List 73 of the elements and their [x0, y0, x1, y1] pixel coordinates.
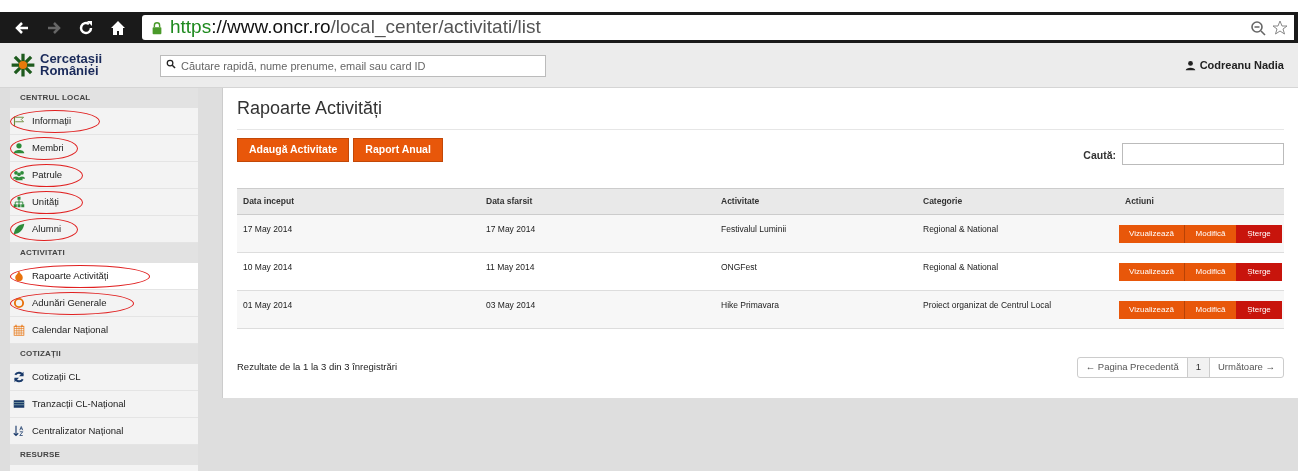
table-cell-text: Regional & National: [922, 261, 1000, 274]
logo-text: României: [40, 65, 99, 77]
hierarchy-icon: [13, 196, 25, 208]
row-action-button[interactable]: Modifică: [1184, 263, 1236, 281]
lock-icon: [150, 19, 164, 36]
column-header: Actiuni: [1124, 195, 1155, 208]
results-summary: Rezultate de la 1 la 3 din 3 înregistrări: [237, 360, 397, 375]
row-action-button[interactable]: Șterge: [1236, 225, 1282, 243]
table-search-field[interactable]: [1122, 143, 1284, 165]
calendar-icon: [13, 324, 25, 336]
sort-icon: [13, 425, 25, 437]
row-action-button[interactable]: Modifică: [1184, 301, 1236, 319]
list-icon: [13, 398, 25, 410]
table-cell-text: 03 May 2014: [485, 299, 537, 312]
star-icon[interactable]: [1272, 19, 1288, 36]
home-icon[interactable]: [110, 19, 126, 36]
table-cell-text: Proiect organizat de Centrul Local: [922, 299, 1053, 312]
refresh-icon: [13, 371, 25, 383]
table-cell-text: 11 May 2014: [485, 261, 536, 274]
page-title: Rapoarte Activități: [237, 88, 1284, 130]
row-action-button[interactable]: Vizualizează: [1119, 263, 1184, 281]
action-button[interactable]: Raport Anual: [353, 138, 443, 162]
sidebar-item[interactable]: Alumni: [10, 216, 198, 243]
column-header: Activitate: [720, 195, 761, 208]
row-action-button[interactable]: Șterge: [1236, 301, 1282, 319]
sidebar-item[interactable]: Patrule: [10, 162, 198, 189]
sidebar-section-heading: ACTIVITATI: [10, 243, 198, 263]
page-link[interactable]: 1: [1187, 358, 1210, 377]
sidebar-item[interactable]: Informații: [10, 108, 198, 135]
table-cell-text: 17 May 2014: [242, 223, 294, 236]
logo-text: Cercetașii: [40, 53, 103, 65]
url-text: https://www.oncr.ro/local_center/activitati/list: [170, 15, 542, 40]
flame-icon: [13, 270, 25, 282]
action-button[interactable]: Adaugă Activitate: [237, 138, 350, 162]
search-icon: [166, 59, 176, 69]
reload-icon[interactable]: [78, 19, 94, 36]
previous-page-link[interactable]: ← Pagina Precedentă: [1077, 358, 1188, 377]
sidebar-section-heading: RESURSE: [10, 445, 198, 465]
table-cell-text: ONGFest: [720, 261, 758, 274]
people-icon: [13, 169, 25, 181]
forward-icon[interactable]: [46, 19, 62, 36]
sidebar-item[interactable]: Adunări Generale: [10, 290, 198, 317]
user-menu[interactable]: Codreanu Nadia: [1184, 56, 1284, 74]
sidebar-section-heading: CENTRUL LOCAL: [10, 88, 198, 108]
sidebar-item[interactable]: Membri: [10, 135, 198, 162]
sidebar-section-heading: COTIZAȚII: [10, 344, 198, 364]
column-header: Categorie: [922, 195, 964, 208]
zoom-icon[interactable]: [1250, 19, 1266, 36]
row-action-button[interactable]: Vizualizează: [1119, 225, 1184, 243]
row-action-button[interactable]: Modifică: [1184, 225, 1236, 243]
sidebar-item[interactable]: Unități: [10, 189, 198, 216]
table-cell-text: Hike Primavara: [720, 299, 781, 312]
user-icon: [1184, 59, 1196, 71]
table-cell-text: 17 May 2014: [485, 223, 537, 236]
sidebar-item[interactable]: Rapoarte Activități: [10, 263, 198, 290]
circle-icon: [13, 297, 25, 309]
search-label: Caută:: [1083, 148, 1116, 163]
table-cell-text: 10 May 2014: [242, 261, 294, 274]
back-icon[interactable]: [14, 19, 30, 36]
column-header: Data inceput: [242, 195, 295, 208]
search-field[interactable]: Căutare rapidă, nume prenume, email sau card ID: [160, 55, 546, 77]
address-bar[interactable]: https://www.oncr.ro/local_center/activitati/list: [142, 15, 1294, 40]
leaf-icon: [13, 223, 25, 235]
flag-icon: [13, 115, 25, 127]
table-cell-text: 01 May 2014: [242, 299, 294, 312]
column-header: Data sfarsit: [485, 195, 534, 208]
row-action-button[interactable]: Șterge: [1236, 263, 1282, 281]
person-icon: [13, 142, 25, 154]
next-page-link[interactable]: Următoare →: [1210, 358, 1283, 377]
table-cell-text: Regional & National: [922, 223, 1000, 236]
logo-icon: [10, 52, 36, 78]
row-action-button[interactable]: Vizualizează: [1119, 301, 1184, 319]
table-cell-text: Festivalul Luminii: [720, 223, 788, 236]
